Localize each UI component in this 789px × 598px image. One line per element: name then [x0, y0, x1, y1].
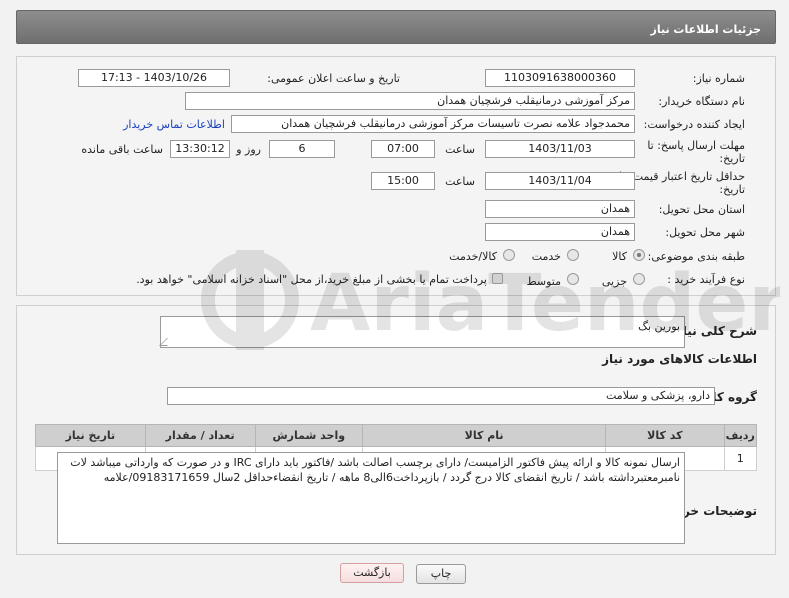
items-section-title: اطلاعات کالاهای مورد نیاز: [602, 352, 757, 366]
purchase-radio-medium[interactable]: [567, 273, 579, 285]
announce-date-label: تاریخ و ساعت اعلان عمومی:: [267, 72, 400, 85]
goods-group-field[interactable]: دارو، پزشکی و سلامت: [167, 387, 715, 405]
items-panel: شرح کلی نیاز: بورین بگ اطلاعات کالاهای م…: [16, 305, 776, 555]
general-desc-field[interactable]: بورین بگ: [159, 316, 685, 348]
purchase-option-minor: جزیی: [601, 275, 627, 288]
price-validity-label-date: تاریخ:: [719, 183, 745, 196]
buyer-contact-link[interactable]: اطلاعات تماس خریدار: [123, 118, 225, 131]
cell-row: 1: [723, 446, 757, 471]
reply-deadline-label: مهلت ارسال پاسخ: تا: [647, 139, 745, 152]
col-qty-header: تعداد / مقدار: [144, 424, 256, 447]
province-label: استان محل تحویل:: [658, 203, 745, 216]
reply-time-label: ساعت: [445, 143, 475, 156]
price-validity-date-field[interactable]: 1403/11/04: [485, 172, 635, 190]
col-date-header: تاریخ نیاز: [35, 424, 146, 447]
need-number-label: شماره نیاز:: [692, 72, 745, 85]
province-field[interactable]: همدان: [485, 200, 635, 218]
col-code-header: کد کالا: [605, 424, 725, 447]
reply-deadline-time-field[interactable]: 07:00: [371, 140, 435, 158]
col-name-header: نام کالا: [362, 424, 607, 447]
price-validity-time-field[interactable]: 15:00: [371, 172, 435, 190]
page-title: جزئیات اطلاعات نیاز: [650, 23, 762, 36]
reply-deadline-label-date: تاریخ:: [719, 152, 745, 165]
creator-field[interactable]: محمدجواد علامه نصرت تاسیسات مرکز آموزشی …: [231, 115, 635, 133]
price-validity-label: حداقل تاریخ اعتبار قیمت: تا: [619, 170, 745, 183]
creator-label: ایجاد کننده درخواست:: [643, 118, 745, 131]
purchase-option-medium: متوسط: [526, 275, 561, 288]
days-label: روز و: [236, 143, 261, 156]
price-time-label: ساعت: [445, 175, 475, 188]
category-option-both: کالا/خدمت: [449, 250, 497, 263]
category-option-service: خدمت: [531, 250, 561, 263]
buyer-notes-field[interactable]: ارسال نمونه کالا و ارائه پیش فاکتور الزا…: [57, 452, 685, 544]
page-header: جزئیات اطلاعات نیاز: [16, 10, 776, 44]
resize-grip-icon[interactable]: [159, 338, 175, 346]
category-option-goods: کالا: [612, 250, 627, 263]
buyer-notes-text: ارسال نمونه کالا و ارائه پیش فاکتور الزا…: [70, 456, 680, 484]
print-button[interactable]: چاپ: [416, 564, 466, 584]
col-unit-header: واحد شمارش: [254, 424, 364, 447]
city-label: شهر محل تحویل:: [665, 226, 745, 239]
category-radio-service[interactable]: [567, 249, 579, 261]
announce-date-field[interactable]: 1403/10/26 - 17:13: [78, 69, 230, 87]
category-radio-both[interactable]: [503, 249, 515, 261]
treasury-checkbox[interactable]: [492, 273, 503, 284]
treasury-note: پرداخت تمام یا بخشی از مبلغ خرید،از محل …: [136, 273, 487, 286]
purchase-radio-minor[interactable]: [633, 273, 645, 285]
reply-deadline-date-field[interactable]: 1403/11/03: [485, 140, 635, 158]
general-desc-text: بورین بگ: [638, 320, 680, 333]
buyer-org-label: نام دستگاه خریدار:: [658, 95, 745, 108]
need-number-field[interactable]: 1103091638000360: [485, 69, 635, 87]
back-button[interactable]: بازگشت: [340, 563, 404, 583]
remaining-time-label: ساعت باقی مانده: [81, 143, 163, 156]
category-radio-goods[interactable]: [633, 249, 645, 261]
col-row-header: ردیف: [723, 424, 757, 447]
purchase-type-label: نوع فرآیند خرید :: [667, 273, 745, 286]
need-info-panel: شماره نیاز: 1103091638000360 تاریخ و ساع…: [16, 56, 776, 296]
category-label: طبقه بندی موضوعی:: [647, 250, 745, 263]
items-table-header: ردیف کد کالا نام کالا واحد شمارش تعداد /…: [35, 424, 757, 447]
city-field[interactable]: همدان: [485, 223, 635, 241]
buyer-org-field[interactable]: مرکز آموزشی درمانیقلب فرشچیان همدان: [185, 92, 635, 110]
remaining-time-field[interactable]: 13:30:12: [170, 140, 230, 158]
remaining-days-field[interactable]: 6: [269, 140, 335, 158]
